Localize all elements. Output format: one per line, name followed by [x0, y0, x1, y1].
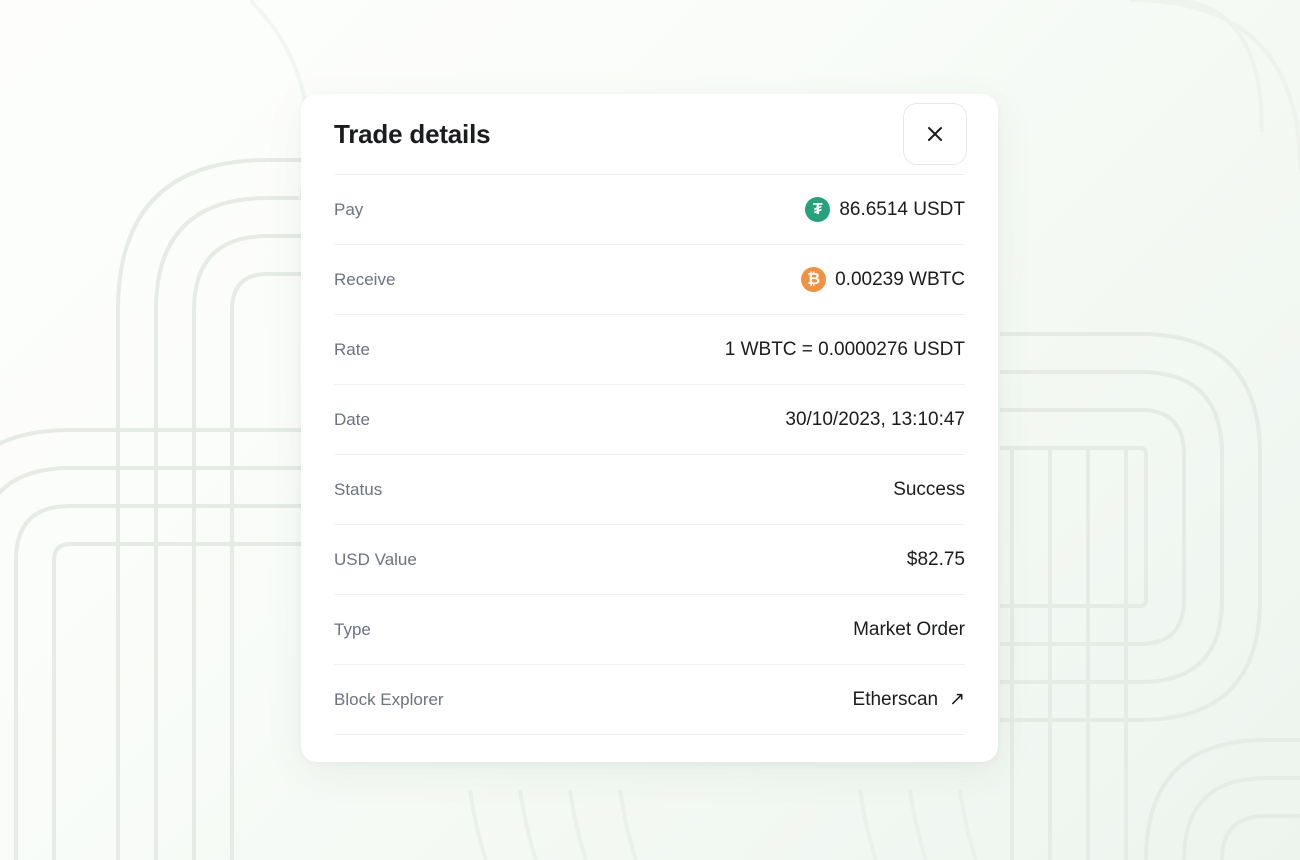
table-row: Status Success	[334, 454, 965, 524]
external-link-arrow-icon: ↗	[949, 689, 965, 710]
wbtc-token-icon: ₿	[801, 267, 827, 292]
row-label-block-explorer: Block Explorer	[334, 689, 444, 709]
status-badge: Success	[893, 478, 965, 500]
trade-details-list: Pay ₮ 86.6514 USDT Receive ₿ 0.00239 WBT…	[301, 174, 998, 735]
page-title: Trade details	[334, 118, 491, 149]
list-bottom-divider	[334, 734, 965, 735]
table-row: Type Market Order	[334, 594, 965, 664]
row-value-receive: ₿ 0.00239 WBTC	[801, 267, 965, 292]
row-value-type: Market Order	[853, 618, 965, 640]
row-label-pay: Pay	[334, 199, 364, 219]
row-label-rate: Rate	[334, 339, 370, 359]
row-label-status: Status	[334, 479, 383, 499]
trade-details-modal: Trade details Pay ₮ 86.6514 USDT Receive…	[301, 94, 998, 762]
usdt-token-icon: ₮	[805, 197, 831, 222]
table-row: Date 30/10/2023, 13:10:47	[334, 384, 965, 454]
row-label-date: Date	[334, 409, 370, 429]
row-value-pay: ₮ 86.6514 USDT	[805, 197, 965, 222]
row-value-date: 30/10/2023, 13:10:47	[785, 408, 965, 430]
row-value-rate: 1 WBTC = 0.0000276 USDT	[724, 338, 965, 360]
row-label-receive: Receive	[334, 269, 396, 289]
row-value-pay-text: 86.6514 USDT	[839, 198, 965, 220]
row-label-usd-value: USD Value	[334, 549, 417, 569]
table-row: Rate 1 WBTC = 0.0000276 USDT	[334, 314, 965, 384]
close-button[interactable]	[903, 103, 967, 165]
table-row: Block Explorer Etherscan ↗	[334, 664, 965, 734]
block-explorer-link-text: Etherscan	[852, 688, 939, 710]
table-row: Receive ₿ 0.00239 WBTC	[334, 244, 965, 314]
block-explorer-link[interactable]: Etherscan ↗	[853, 688, 965, 711]
modal-header: Trade details	[301, 94, 998, 174]
close-icon	[928, 127, 942, 141]
table-row: USD Value $82.75	[334, 524, 965, 594]
row-value-usd-value: $82.75	[906, 548, 965, 570]
row-label-type: Type	[334, 619, 371, 639]
row-value-receive-text: 0.00239 WBTC	[835, 268, 965, 290]
table-row: Pay ₮ 86.6514 USDT	[334, 174, 965, 244]
